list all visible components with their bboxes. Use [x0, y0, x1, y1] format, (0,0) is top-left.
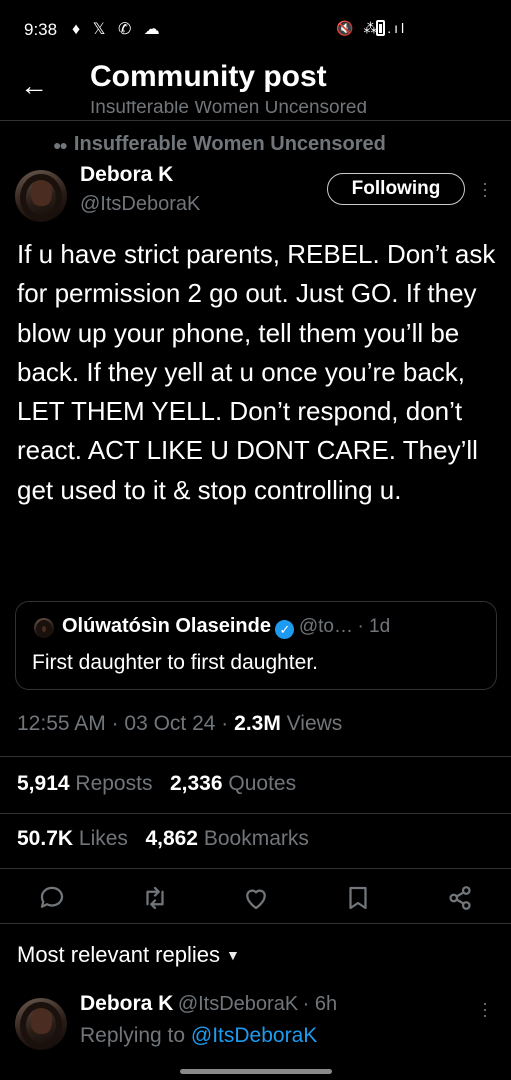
bookmarks-stat[interactable]: 4,862 Bookmarks	[145, 827, 308, 850]
community-name: Insufferable Women Uncensored	[73, 133, 386, 155]
reply-icon[interactable]	[37, 883, 67, 913]
status-bar: 9:38 ♦ 𝕏 ✆ ☁ 🔇 ⁂ .ıl	[0, 0, 511, 58]
bookmark-icon[interactable]	[343, 883, 373, 913]
quote-avatar	[34, 618, 54, 638]
quote-text: First daughter to first daughter.	[32, 651, 318, 674]
reply-avatar[interactable]	[15, 998, 67, 1050]
more-options-icon[interactable]: · · ·	[481, 174, 489, 204]
quoted-post[interactable]: Olúwatósìn Olaseinde ✓ @to… · 1d First d…	[15, 601, 497, 690]
quotes-stat[interactable]: 2,336 Quotes	[170, 772, 296, 795]
reply-more-options-icon[interactable]: · · ·	[481, 994, 489, 1024]
system-icons: 🔇 ⁂ .ıl	[336, 20, 408, 36]
home-indicator[interactable]	[180, 1069, 332, 1074]
battery-icon	[376, 20, 385, 36]
quote-author-handle: @to…	[298, 616, 353, 637]
quotes-count: 2,336	[169, 772, 223, 795]
community-label[interactable]: ●● Insufferable Women Uncensored	[53, 133, 386, 156]
reposts-label: Reposts	[75, 772, 153, 795]
stats-divider-2	[0, 868, 511, 869]
replying-to-label: Replying to	[80, 1024, 186, 1047]
page-title: Community post	[90, 60, 327, 93]
reposts-quotes-row: 5,914 Reposts 2,336 Quotes	[17, 772, 296, 796]
reposts-count: 5,914	[17, 772, 70, 795]
views-count: 2.3M	[234, 712, 281, 735]
reply-author-handle[interactable]: @ItsDeboraK	[178, 993, 298, 1015]
post-date: 03 Oct 24	[124, 712, 216, 735]
post-time: 12:55 AM	[17, 712, 106, 735]
likes-stat[interactable]: 50.7K Likes	[17, 827, 128, 850]
author-avatar[interactable]	[15, 170, 67, 222]
share-icon[interactable]	[445, 883, 475, 913]
stats-divider	[0, 813, 511, 814]
like-icon[interactable]	[241, 883, 271, 913]
bookmarks-count: 4,862	[145, 827, 198, 850]
header-divider	[0, 120, 511, 121]
meta-divider	[0, 756, 511, 757]
reply-header: Debora K @ItsDeboraK · 6h	[80, 992, 337, 1016]
post-text: If u have strict parents, REBEL. Don’t a…	[17, 239, 496, 505]
views-label: Views	[286, 712, 343, 735]
following-button[interactable]: Following	[327, 173, 465, 205]
quote-header: Olúwatósìn Olaseinde ✓ @to… · 1d	[62, 615, 390, 639]
reply-age: · 6h	[302, 993, 338, 1015]
chevron-down-icon: ▼	[225, 947, 240, 963]
quotes-label: Quotes	[228, 772, 297, 795]
reply-author-name[interactable]: Debora K	[80, 992, 173, 1015]
header-subtitle-clip: Insufferable Women Uncensored	[90, 101, 500, 115]
repost-icon[interactable]	[140, 883, 170, 913]
author-name[interactable]: Debora K	[80, 163, 173, 187]
likes-bookmarks-row: 50.7K Likes 4,862 Bookmarks	[17, 827, 309, 851]
post-meta: 12:55 AM · 03 Oct 24 · 2.3M Views	[17, 712, 343, 735]
verified-badge-icon: ✓	[275, 620, 295, 639]
replying-to-handle[interactable]: @ItsDeboraK	[191, 1024, 317, 1047]
likes-label: Likes	[78, 827, 128, 850]
bookmarks-label: Bookmarks	[203, 827, 309, 850]
actions-divider	[0, 923, 511, 924]
quote-age: · 1d	[357, 616, 391, 637]
header-subtitle: Insufferable Women Uncensored	[90, 101, 368, 115]
author-handle[interactable]: @ItsDeboraK	[80, 193, 200, 216]
notification-icons: ♦ 𝕏 ✆ ☁	[72, 21, 164, 38]
community-people-icon: ●●	[53, 137, 68, 153]
replies-sort-dropdown[interactable]: Most relevant replies ▼	[17, 942, 240, 968]
reposts-stat[interactable]: 5,914 Reposts	[17, 772, 152, 795]
quote-author-name: Olúwatósìn Olaseinde	[62, 615, 271, 637]
status-time: 9:38	[24, 20, 58, 39]
replies-header-label: Most relevant replies	[17, 942, 220, 967]
back-arrow-icon[interactable]: ←	[20, 70, 48, 102]
likes-count: 50.7K	[17, 827, 74, 850]
replying-to: Replying to @ItsDeboraK	[80, 1024, 317, 1048]
